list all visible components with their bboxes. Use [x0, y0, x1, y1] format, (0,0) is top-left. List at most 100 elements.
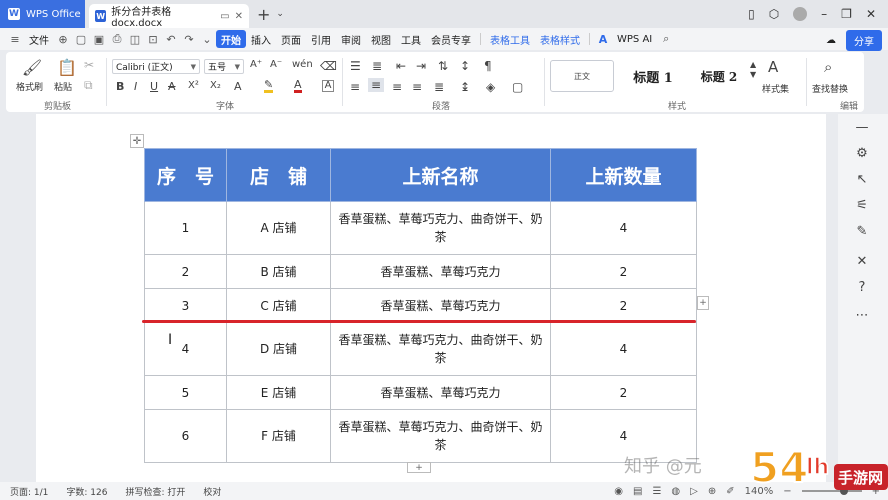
table-cell[interactable]: C 店铺 [226, 288, 331, 323]
outline-view-icon[interactable]: ☰ [652, 486, 661, 497]
sort-icon[interactable]: ↕ [460, 59, 470, 73]
data-table[interactable]: 序 号 店 铺 上新名称 上新数量 1 A 店铺 香草蛋糕、草莓巧克力、曲奇饼干… [144, 148, 697, 463]
table-move-handle-icon[interactable]: ✛ [130, 134, 144, 148]
search-icon[interactable]: ⌕ [659, 32, 673, 46]
table-cell[interactable]: 香草蛋糕、草莓巧克力 [330, 375, 551, 410]
menu-tools[interactable]: 工具 [396, 30, 426, 48]
header-cell[interactable]: 序 号 [144, 148, 227, 202]
copy-icon[interactable]: ⧉ [84, 78, 93, 93]
print-icon[interactable]: ⎙ [110, 32, 124, 46]
redo-icon[interactable]: ↷ [182, 32, 196, 46]
menu-page[interactable]: 页面 [276, 30, 306, 48]
strikethrough-icon[interactable]: A [168, 80, 176, 93]
collapse-icon[interactable]: — [852, 120, 872, 135]
header-cell[interactable]: 上新数量 [550, 148, 697, 202]
style-set-icon[interactable]: A [768, 58, 778, 76]
find-icon[interactable]: ⌕ [824, 58, 832, 76]
border-icon[interactable]: ▢ [512, 80, 523, 94]
page-view-icon[interactable]: ▤ [633, 486, 642, 497]
text-effect-icon[interactable]: A [234, 80, 242, 93]
underline-icon[interactable]: U [150, 80, 158, 93]
menu-member[interactable]: 会员专享 [426, 30, 476, 48]
chinese-layout-icon[interactable]: ⇅ [438, 59, 448, 73]
table-cell[interactable]: 2 [144, 254, 227, 289]
adjust-icon[interactable]: ⚟ [852, 198, 872, 213]
edit-icon[interactable]: ✎ [852, 224, 872, 239]
table-cell[interactable]: 香草蛋糕、草莓巧克力 [330, 288, 551, 323]
restore-icon[interactable]: ❐ [841, 7, 852, 21]
eye-icon[interactable]: ◉ [614, 486, 623, 497]
add-row-bottom-button[interactable]: + [407, 462, 431, 473]
increase-indent-icon[interactable]: ⇥ [416, 59, 426, 73]
style-heading-1[interactable]: 标题 1 [620, 60, 686, 92]
save-icon[interactable]: ▣ [92, 32, 106, 46]
shading-icon[interactable]: ◈ [486, 80, 495, 94]
quick-access-chevron-icon[interactable]: ⌄ [200, 32, 214, 46]
style-set-button[interactable]: 样式集 [762, 82, 789, 95]
add-row-button[interactable]: + [697, 296, 709, 310]
header-cell[interactable]: 店 铺 [226, 148, 331, 202]
monitor-icon[interactable]: ▭ [220, 11, 229, 22]
menu-insert[interactable]: 插入 [246, 30, 276, 48]
table-cell[interactable]: 2 [550, 375, 697, 410]
table-cell[interactable]: 5 [144, 375, 227, 410]
font-name-select[interactable]: Calibri (正文) ▼ [112, 59, 200, 74]
menu-wps-ai[interactable]: WPS AI [612, 30, 657, 48]
web-view-icon[interactable]: ◍ [671, 486, 680, 497]
table-cell[interactable]: B 店铺 [226, 254, 331, 289]
menu-table-tools[interactable]: 表格工具 [485, 30, 535, 48]
decrease-indent-icon[interactable]: ⇤ [396, 59, 406, 73]
minimize-icon[interactable]: – [821, 7, 827, 21]
table-cell[interactable]: 4 [550, 201, 697, 255]
table-cell[interactable]: 香草蛋糕、草莓巧克力、曲奇饼干、奶茶 [330, 201, 551, 255]
table-cell[interactable]: 2 [550, 288, 697, 323]
numbered-list-icon[interactable]: ≣ [372, 59, 382, 73]
open-folder-icon[interactable]: ▢ [74, 32, 88, 46]
globe-icon[interactable]: ⊕ [708, 486, 716, 497]
table-cell[interactable]: 香草蛋糕、草莓巧克力 [330, 254, 551, 289]
table-cell[interactable]: A 店铺 [226, 201, 331, 255]
phonetic-icon[interactable]: wén [292, 59, 313, 70]
undo-icon[interactable]: ↶ [164, 32, 178, 46]
table-cell[interactable]: 6 [144, 409, 227, 463]
superscript-icon[interactable]: X² [188, 80, 199, 91]
header-cell[interactable]: 上新名称 [330, 148, 551, 202]
cursor-icon[interactable]: ↖ [852, 172, 872, 187]
menu-home[interactable]: 开始 [216, 30, 246, 48]
document-tab[interactable]: W 拆分合并表格docx.docx ▭ ✕ [89, 4, 249, 29]
subscript-icon[interactable]: X₂ [210, 80, 221, 91]
spell-check-status[interactable]: 拼写检查: 打开 [125, 485, 185, 498]
help-icon[interactable]: ? [852, 280, 872, 295]
show-marks-icon[interactable]: ¶ [484, 59, 492, 73]
table-cell[interactable]: 1 [144, 201, 227, 255]
font-color-icon[interactable]: A [294, 79, 302, 93]
shrink-font-icon[interactable]: A⁻ [270, 59, 282, 70]
align-center-icon[interactable]: ≡ [368, 78, 385, 92]
style-gallery-scroll-icon[interactable]: ▲ ▼ [750, 60, 756, 80]
hamburger-menu-icon[interactable]: ≡ [8, 32, 22, 46]
table-cell[interactable]: D 店铺 [226, 322, 331, 376]
distribute-icon[interactable]: ≣ [434, 80, 444, 94]
menu-references[interactable]: 引用 [306, 30, 336, 48]
align-left-icon[interactable]: ≡ [350, 80, 360, 94]
new-file-icon[interactable]: ⊕ [56, 32, 70, 46]
paste-button[interactable]: 粘贴 [54, 80, 72, 93]
find-replace-button[interactable]: 查找替换 [812, 82, 848, 95]
justify-icon[interactable]: ≡ [412, 80, 422, 94]
cut-icon[interactable]: ✂ [84, 58, 94, 72]
tab-list-chevron-icon[interactable]: ⌄ [276, 9, 284, 19]
style-normal[interactable]: 正文 [550, 60, 614, 92]
cloud-icon[interactable]: ☁ [826, 35, 836, 46]
bullet-list-icon[interactable]: ☰ [350, 59, 361, 73]
avatar[interactable] [793, 7, 808, 21]
format-painter-button[interactable]: 格式刷 [16, 80, 43, 93]
highlight-icon[interactable]: ✎ [264, 79, 274, 93]
style-heading-2[interactable]: 标题 2 [688, 60, 750, 92]
page-count[interactable]: 页面: 1/1 [10, 485, 48, 498]
export-icon[interactable]: ⊡ [146, 32, 160, 46]
font-size-select[interactable]: 五号 ▼ [204, 59, 244, 74]
format-painter-icon[interactable]: 🖌 [18, 58, 46, 77]
table-cell[interactable]: 4 [550, 322, 697, 376]
close-window-icon[interactable]: ✕ [866, 7, 876, 21]
clear-format-icon[interactable]: ⌫ [320, 59, 337, 73]
